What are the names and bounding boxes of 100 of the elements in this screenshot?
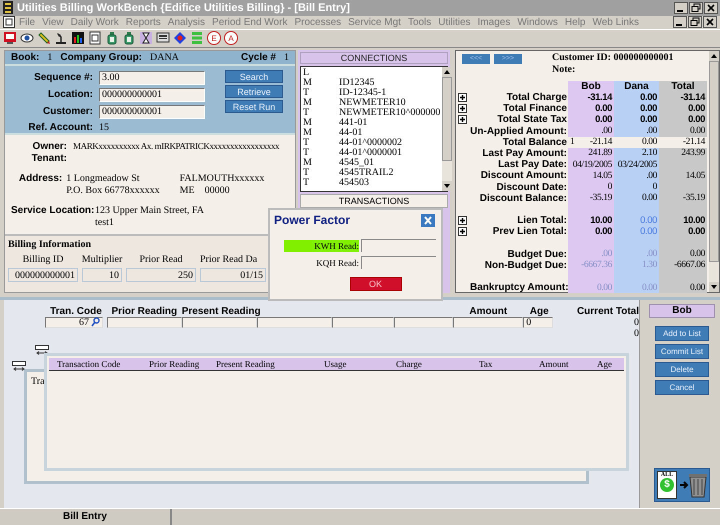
action-button[interactable]: Cancel bbox=[655, 380, 709, 395]
menu-item[interactable]: Windows bbox=[514, 16, 561, 28]
row-label: Total Finance bbox=[502, 103, 568, 114]
input-field[interactable]: 67 bbox=[45, 316, 103, 328]
minimize-button[interactable] bbox=[674, 2, 688, 14]
expand-icon[interactable] bbox=[458, 104, 467, 114]
expand-icon[interactable] bbox=[458, 216, 467, 226]
row-label: Discount Balance: bbox=[478, 192, 568, 204]
menu-item[interactable]: Period End Work bbox=[209, 16, 290, 28]
transactions-tab[interactable]: TRANSACTIONS bbox=[300, 194, 448, 208]
action-button[interactable]: Delete bbox=[655, 362, 709, 377]
scrollbar[interactable] bbox=[442, 66, 452, 191]
owner-label: Owner: bbox=[32, 141, 67, 152]
connection-id[interactable]: 4545TRAIL2 bbox=[339, 168, 394, 178]
menu-item[interactable]: File bbox=[16, 16, 38, 28]
connection-id[interactable]: 44-01^0000002 bbox=[339, 138, 402, 148]
circle-letter-icon[interactable]: E bbox=[207, 31, 221, 46]
lamp-icon[interactable] bbox=[54, 31, 68, 46]
input-field[interactable] bbox=[332, 316, 394, 328]
minimize-button[interactable] bbox=[673, 16, 687, 28]
splitter-icon[interactable] bbox=[35, 344, 49, 356]
monitor-icon[interactable] bbox=[3, 31, 17, 46]
document-icon[interactable] bbox=[88, 31, 102, 46]
table-cell: 0.00 bbox=[659, 282, 707, 294]
ok-button[interactable]: OK bbox=[350, 277, 402, 291]
menu-item[interactable]: Images bbox=[474, 16, 514, 28]
hourglass-icon[interactable] bbox=[139, 31, 153, 46]
connection-id[interactable]: NEWMETER10^000000 bbox=[339, 108, 440, 118]
scroll-thumb[interactable] bbox=[709, 60, 719, 262]
restore-button[interactable] bbox=[688, 16, 702, 28]
circle-letter-icon[interactable]: A bbox=[224, 31, 238, 46]
menu-item[interactable]: Service Mgt bbox=[345, 16, 404, 28]
app-icon bbox=[2, 1, 14, 14]
scroll-up-icon[interactable] bbox=[709, 50, 719, 61]
menu-item[interactable]: View bbox=[39, 16, 67, 28]
field-label: Location: bbox=[47, 89, 93, 100]
splitter-icon[interactable] bbox=[12, 360, 26, 372]
input-field[interactable] bbox=[394, 316, 454, 328]
action-button[interactable]: Retrieve bbox=[225, 85, 283, 98]
menu-item[interactable]: Web Links bbox=[589, 16, 642, 28]
menu-item[interactable]: Processes bbox=[291, 16, 344, 28]
connection-type: T bbox=[303, 168, 310, 178]
column-header: Tra bbox=[31, 376, 45, 387]
scroll-thumb[interactable] bbox=[442, 76, 452, 161]
input-field[interactable] bbox=[106, 316, 182, 328]
eye-icon[interactable] bbox=[20, 31, 34, 46]
screen-icon[interactable] bbox=[156, 31, 170, 46]
input-field[interactable] bbox=[182, 316, 257, 328]
expand-icon[interactable] bbox=[458, 93, 467, 102]
connection-type: M bbox=[303, 158, 313, 168]
action-button[interactable]: Commit List bbox=[655, 344, 709, 359]
expand-icon[interactable] bbox=[458, 115, 467, 124]
table-cell: 2.10 bbox=[614, 148, 659, 160]
expand-icon[interactable] bbox=[458, 227, 467, 236]
action-button[interactable]: Search bbox=[225, 70, 283, 84]
field-label: Age bbox=[528, 306, 550, 317]
connection-id[interactable]: 454503 bbox=[339, 178, 369, 188]
scrollbar[interactable] bbox=[709, 50, 719, 292]
pencil-icon[interactable] bbox=[37, 31, 51, 46]
connection-id[interactable]: NEWMETER10 bbox=[339, 98, 406, 108]
menu-item[interactable]: Help bbox=[562, 16, 588, 28]
diamond-icon[interactable] bbox=[173, 31, 187, 46]
menu-item[interactable]: Analysis bbox=[164, 16, 208, 28]
column-header: Dana bbox=[614, 80, 659, 92]
close-button[interactable] bbox=[703, 16, 717, 28]
connection-id[interactable]: 4545_01 bbox=[339, 158, 374, 168]
bar-chart-icon[interactable] bbox=[71, 31, 85, 46]
input-field[interactable]: 000000000001 bbox=[99, 88, 205, 102]
field-label: Sequence #: bbox=[33, 72, 93, 84]
value-cell: 10 bbox=[82, 268, 122, 282]
search-icon[interactable] bbox=[91, 317, 100, 328]
table-cell: 0.00 bbox=[568, 103, 614, 114]
menu-item[interactable]: Utilities bbox=[435, 16, 474, 28]
scroll-down-icon[interactable] bbox=[709, 282, 719, 292]
action-button[interactable]: Add to List bbox=[655, 326, 709, 341]
input-field[interactable]: 3.00 bbox=[99, 70, 205, 85]
restore-button[interactable] bbox=[689, 2, 703, 14]
table-cell: 241.89 bbox=[568, 148, 614, 160]
input-field[interactable] bbox=[453, 316, 524, 328]
input-field[interactable]: 000000000001 bbox=[99, 104, 205, 119]
close-button[interactable] bbox=[704, 2, 718, 14]
menu-item[interactable]: Tools bbox=[404, 16, 434, 28]
arrow-trash-icon bbox=[679, 472, 707, 498]
connection-id[interactable]: ID12345 bbox=[339, 78, 375, 88]
action-button[interactable]: Reset Run bbox=[225, 100, 283, 114]
connection-id[interactable]: 441-01 bbox=[339, 118, 368, 128]
input-field[interactable]: 0 bbox=[523, 316, 554, 328]
bottle-icon[interactable] bbox=[122, 31, 136, 46]
menu-item[interactable]: Reports bbox=[122, 16, 164, 28]
connection-id[interactable]: ID-12345-1 bbox=[339, 88, 386, 98]
connection-id[interactable]: 44-01 bbox=[339, 128, 362, 138]
connection-id[interactable]: 44-01^0000001 bbox=[339, 148, 402, 158]
bottle-icon[interactable] bbox=[105, 31, 119, 46]
scroll-up-icon[interactable] bbox=[442, 66, 452, 77]
window-title: Utilities Billing WorkBench {Edifice Utilities Billing} - [Bill Entry] bbox=[17, 2, 350, 14]
input-field[interactable] bbox=[256, 316, 332, 328]
company-group-label: Company Group: bbox=[60, 52, 142, 63]
menu-item[interactable]: Daily Work bbox=[68, 16, 122, 28]
column-header: Billing ID bbox=[22, 254, 64, 266]
scroll-down-icon[interactable] bbox=[442, 180, 452, 191]
